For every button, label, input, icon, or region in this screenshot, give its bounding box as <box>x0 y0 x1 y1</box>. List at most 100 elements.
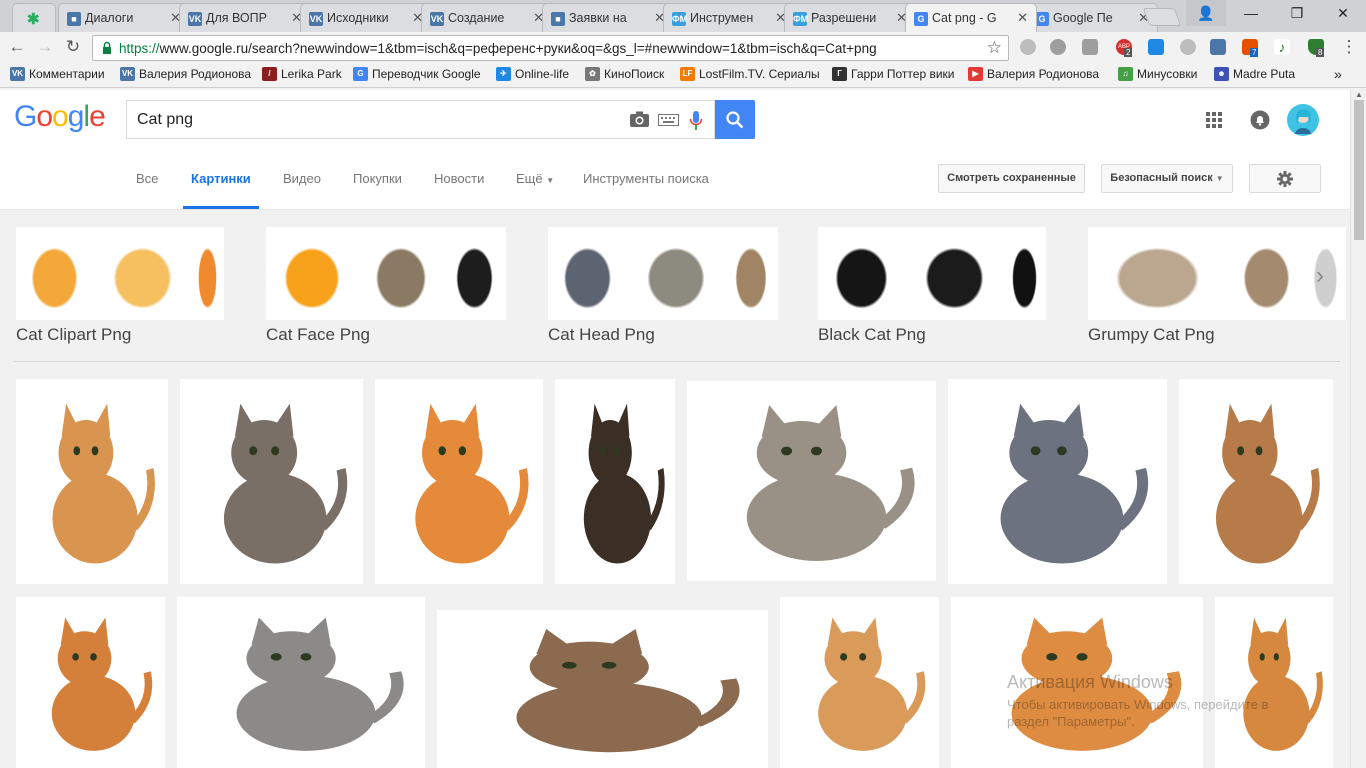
vk-extension-icon[interactable] <box>1210 39 1226 55</box>
image-result-tabby-kitten-lying[interactable] <box>180 379 363 584</box>
search-tab[interactable]: Видео <box>283 171 321 186</box>
close-window-button[interactable]: ✕ <box>1320 0 1366 26</box>
browser-tab[interactable]: G Cat png - G ✕ <box>905 3 1037 32</box>
bookmark-item[interactable]: Г Гарри Поттер вики <box>832 67 955 81</box>
google-logo[interactable]: Google <box>14 100 106 134</box>
forward-button[interactable]: → <box>34 36 56 58</box>
shield-extension-icon[interactable]: 8 <box>1308 39 1325 57</box>
page-scrollbar[interactable]: ▲ <box>1350 90 1366 768</box>
bookmark-icon: ♫ <box>1118 67 1133 81</box>
image-result-orange-cat-sitting[interactable] <box>16 597 165 768</box>
microphone-icon[interactable] <box>689 110 703 132</box>
vk-grey-extension-icon[interactable] <box>1082 39 1098 55</box>
url-scheme: https:// <box>119 41 160 56</box>
related-search-label: Cat Face Png <box>266 325 370 344</box>
bookmark-item[interactable]: G Переводчик Google <box>353 67 481 81</box>
watermark-text: Чтобы активировать Windows, перейдите в <box>1007 697 1269 712</box>
adblock-extension-icon[interactable]: ABP 2 <box>1116 39 1133 57</box>
online-life-extension-icon[interactable] <box>1148 39 1164 55</box>
bookmark-item[interactable]: ✿ КиноПоиск <box>585 67 664 81</box>
selected-tab-indicator <box>183 206 259 209</box>
new-tab-button[interactable] <box>1142 8 1182 26</box>
image-result-fluffy-grey-cat-sitting[interactable] <box>687 381 936 581</box>
cat-image <box>583 403 665 564</box>
bookmark-icon: ✈ <box>496 67 511 81</box>
user-profile-button[interactable]: 👤 <box>1186 0 1226 26</box>
scroll-up-arrow-icon[interactable]: ▲ <box>1355 90 1363 99</box>
related-search-card[interactable]: Black Cat Png <box>818 227 1046 345</box>
vk-icon: VK <box>309 12 323 26</box>
related-search-card[interactable]: Cat Face Png <box>266 227 506 345</box>
browser-tab[interactable]: ФМ Разрешени ✕ <box>784 3 916 32</box>
tab-title: Google Пе <box>1053 11 1113 25</box>
image-result-tabby-cat-stretching[interactable] <box>437 610 768 768</box>
logo-letter: o <box>52 100 69 133</box>
image-result-ginger-kitten-standing[interactable] <box>16 379 168 584</box>
search-tab[interactable]: Новости <box>434 171 484 186</box>
search-tab[interactable]: Инструменты поиска <box>583 171 709 186</box>
related-search-card[interactable]: Cat Head Png <box>548 227 778 345</box>
scrollbar-thumb[interactable] <box>1354 100 1364 240</box>
related-search-card[interactable]: Cat Clipart Png <box>16 227 224 345</box>
related-thumbnail <box>1004 227 1046 320</box>
saved-images-button[interactable]: Смотреть сохраненные <box>938 164 1085 193</box>
safesearch-button[interactable]: Безопасный поиск ▼ <box>1101 164 1233 193</box>
browser-tab[interactable]: ■ Диалоги ✕ <box>58 3 190 32</box>
fm-icon: ФМ <box>793 12 809 26</box>
bookmark-item[interactable]: ▶ Валерия Родионова <box>968 67 1099 81</box>
pinned-tab[interactable]: ✱ <box>12 3 56 32</box>
image-result-calico-cat-standing[interactable] <box>555 379 675 584</box>
related-thumbnail <box>444 227 506 320</box>
bookmark-item[interactable]: VK Валерия Родионова <box>120 67 251 81</box>
browser-tab[interactable]: VK Исходники ✕ <box>300 3 432 32</box>
search-tab[interactable]: Покупки <box>353 171 402 186</box>
browser-tab[interactable]: ФМ Инструмен ✕ <box>663 3 795 32</box>
bookmark-item[interactable]: VK Комментарии <box>10 67 105 81</box>
image-result-grey-slim-cat-standing[interactable] <box>177 597 425 768</box>
logo-letter: g <box>67 100 85 133</box>
bookmark-star-icon[interactable]: ☆ <box>987 38 1002 58</box>
browser-tab[interactable]: G Google Пе ✕ <box>1026 3 1158 32</box>
cloud-extension-icon[interactable] <box>1020 39 1036 55</box>
bookmark-item[interactable]: ♫ Минусовки <box>1118 67 1197 81</box>
image-result-grey-british-cat-sitting[interactable] <box>948 379 1167 584</box>
search-tab[interactable]: Ещё ▼ <box>516 171 554 186</box>
apps-grid-icon[interactable] <box>1206 112 1222 128</box>
bookmark-icon: Г <box>832 67 847 81</box>
globe-extension-icon[interactable] <box>1180 39 1196 55</box>
image-result-orange-kitten-walking[interactable] <box>375 379 543 584</box>
image-result-orange-kitten-portrait[interactable] <box>780 597 939 768</box>
search-tab-label: Покупки <box>353 171 402 186</box>
music-extension-icon[interactable]: ♪ <box>1274 39 1290 55</box>
back-button[interactable]: ← <box>6 36 28 58</box>
camera-icon[interactable] <box>629 111 650 128</box>
related-next-chevron-icon[interactable]: › <box>1316 262 1324 290</box>
bookmark-item[interactable]: ✈ Online-life <box>496 67 569 81</box>
search-input[interactable]: Cat png <box>126 100 715 139</box>
bookmark-item[interactable]: ☻ Madre Puta <box>1214 67 1295 81</box>
maximize-button[interactable]: ❐ <box>1274 0 1320 26</box>
close-tab-icon[interactable]: ✕ <box>1017 10 1028 26</box>
notifications-icon[interactable] <box>1250 110 1270 130</box>
related-thumbnail <box>548 227 628 320</box>
related-search-card[interactable]: Grumpy Cat Png <box>1088 227 1346 345</box>
search-tab[interactable]: Все <box>136 171 158 186</box>
mail-extension-icon[interactable] <box>1050 39 1066 55</box>
reload-button[interactable]: ↻ <box>62 36 84 58</box>
bookmark-item[interactable]: LF LostFilm.TV. Сериалы <box>680 67 820 81</box>
more-bookmarks-button[interactable]: » <box>1334 66 1342 82</box>
keyboard-icon[interactable] <box>658 114 679 126</box>
image-result-fluffy-kitten-sitting[interactable] <box>1179 379 1333 584</box>
settings-button[interactable] <box>1249 164 1321 193</box>
colorful-extension-icon[interactable]: 7 <box>1242 39 1259 57</box>
browser-tab[interactable]: ■ Заявки на ✕ <box>542 3 674 32</box>
minimize-button[interactable]: — <box>1228 0 1274 26</box>
avatar[interactable] <box>1287 104 1319 136</box>
address-bar[interactable]: https://www.google.ru/search?newwindow=1… <box>92 35 1009 61</box>
search-tab[interactable]: Картинки <box>191 171 251 186</box>
browser-tab[interactable]: VK Создание ✕ <box>421 3 553 32</box>
chrome-menu-icon[interactable]: ⋮ <box>1338 36 1360 58</box>
bookmark-item[interactable]: / Lerika Park <box>262 67 342 81</box>
search-button[interactable] <box>715 100 755 139</box>
browser-tab[interactable]: VK Для ВОПР ✕ <box>179 3 311 32</box>
